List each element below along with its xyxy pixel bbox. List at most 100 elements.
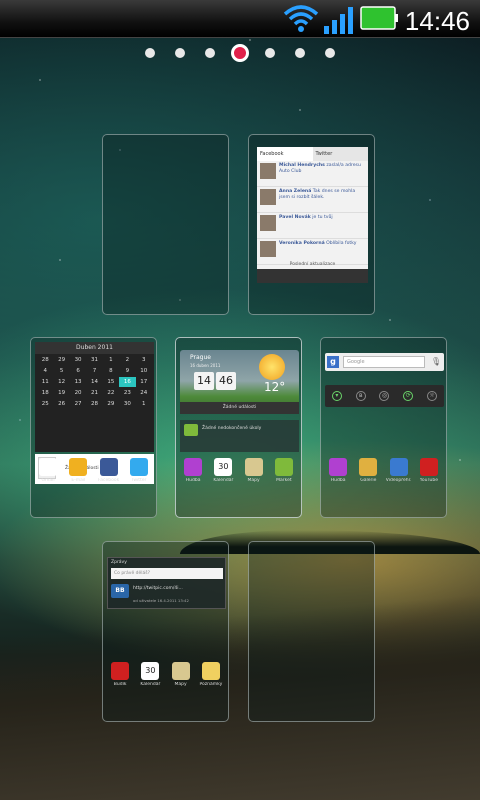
- brightness-toggle-icon[interactable]: ☼: [427, 391, 438, 401]
- calendar-day[interactable]: 23: [119, 388, 135, 398]
- calendar-day[interactable]: 6: [70, 366, 86, 376]
- calendar-day[interactable]: 24: [136, 388, 152, 398]
- app-shortcut[interactable]: YouTube: [415, 458, 443, 483]
- temperature: 12°: [264, 380, 286, 394]
- facebook-widget[interactable]: Facebook Twitter Michal Hendrychs zaslal…: [257, 147, 368, 283]
- youtube-icon: [419, 458, 438, 476]
- calendar-day[interactable]: 10: [136, 366, 152, 376]
- page-dot[interactable]: [145, 48, 155, 58]
- app-shortcut[interactable]: Facebook: [95, 458, 123, 483]
- calendar-day[interactable]: 28: [37, 355, 53, 365]
- calendar-day[interactable]: 2: [119, 355, 135, 365]
- status-bar: 14:46: [0, 0, 480, 38]
- app-shortcut[interactable]: Hudba: [179, 458, 207, 483]
- screen-thumb-7[interactable]: [248, 541, 375, 722]
- widget-title: Zprávy: [111, 560, 127, 565]
- calendar-day[interactable]: 30: [70, 355, 86, 365]
- tab-facebook[interactable]: Facebook: [257, 147, 313, 161]
- gps-toggle-icon[interactable]: ◎: [379, 391, 390, 401]
- screen-thumb-1[interactable]: [102, 134, 229, 315]
- app-shortcut[interactable]: Budík: [106, 662, 134, 687]
- screen-thumb-4[interactable]: Prague 16 duben 2011 14 46 12° Žádné udá…: [175, 337, 302, 518]
- calendar-day[interactable]: 16: [119, 377, 136, 387]
- sync-toggle-icon[interactable]: ⟳: [403, 391, 414, 401]
- google-search-widget[interactable]: g Google 🎙: [325, 353, 444, 371]
- list-item[interactable]: Michal Hendrychs zaslal/a adresu Auto Cl…: [257, 161, 368, 187]
- list-item[interactable]: Pavel Novák je tu tvůj: [257, 213, 368, 239]
- signal-icon: [324, 7, 353, 34]
- calendar-day[interactable]: 27: [70, 399, 86, 409]
- calendar-day[interactable]: 30: [119, 399, 135, 409]
- calendar-day[interactable]: 3: [136, 355, 152, 365]
- calendar-day[interactable]: 1: [136, 399, 152, 409]
- calendar-day[interactable]: 29: [53, 355, 69, 365]
- wifi-icon: [283, 5, 319, 32]
- calendar-day[interactable]: 17: [136, 377, 152, 387]
- calendar-day[interactable]: 20: [70, 388, 86, 398]
- app-shortcut[interactable]: Videopřehr.: [385, 458, 413, 483]
- tasks-widget[interactable]: Žádné nedokončené úkoly: [180, 420, 299, 452]
- app-label: Mapy: [247, 478, 260, 483]
- app-shortcut[interactable]: Twitter: [125, 458, 153, 483]
- app-shortcut[interactable]: 30 Kalendář: [136, 662, 164, 687]
- calendar-day[interactable]: 14: [86, 377, 102, 387]
- calendar-day[interactable]: 15: [103, 377, 119, 387]
- post-text: Oblíbila fotky: [326, 241, 357, 246]
- calendar-day[interactable]: 31: [86, 355, 102, 365]
- page-dot[interactable]: [295, 48, 305, 58]
- app-shortcut[interactable]: Mapy: [167, 662, 195, 687]
- market-icon: [274, 458, 293, 476]
- page-dot[interactable]: [265, 48, 275, 58]
- app-shortcut[interactable]: Market: [270, 458, 298, 483]
- app-shortcut[interactable]: Galerie: [354, 458, 382, 483]
- page-dot[interactable]: [175, 48, 185, 58]
- page-dot[interactable]: [205, 48, 215, 58]
- wifi-toggle-icon[interactable]: ▾: [331, 391, 342, 401]
- screen-thumb-6[interactable]: Zprávy Co právě děláš? BB http://twitpic…: [102, 541, 229, 722]
- app-shortcut[interactable]: 30 Kalendář: [209, 458, 237, 483]
- page-dot-active[interactable]: [231, 44, 249, 62]
- status-update-widget[interactable]: Zprávy Co právě děláš? BB http://twitpic…: [107, 557, 226, 609]
- calendar-day[interactable]: 25: [37, 399, 53, 409]
- screen-thumb-2[interactable]: Facebook Twitter Michal Hendrychs zaslal…: [248, 134, 375, 315]
- microphone-icon[interactable]: 🎙: [431, 356, 441, 368]
- calendar-day[interactable]: 9: [119, 366, 135, 376]
- calendar-day[interactable]: 28: [86, 399, 102, 409]
- calendar-grid: 28 29 30 31 1 2 3 4 5 6 7 8 9 10 11 12 13 14 15 16 17 18 19 20 2…: [35, 354, 154, 410]
- status-input[interactable]: Co právě děláš?: [111, 568, 223, 579]
- screen-thumb-3[interactable]: Duben 2011 28 29 30 31 1 2 3 4 5 6 7 8 9 10 11 12 13 14 15…: [30, 337, 157, 518]
- calendar-day[interactable]: 29: [103, 399, 119, 409]
- calendar-day[interactable]: 5: [53, 366, 69, 376]
- post-author: Veronika Pokorná: [279, 241, 325, 246]
- calendar-day[interactable]: 18: [37, 388, 53, 398]
- calendar-month: Duben 2011: [35, 342, 154, 354]
- app-shortcut[interactable]: E-mail: [64, 458, 92, 483]
- weather-city: Prague: [190, 354, 211, 361]
- calendar-day[interactable]: 19: [53, 388, 69, 398]
- search-input[interactable]: Google: [343, 356, 425, 368]
- calendar-day[interactable]: 1: [103, 355, 119, 365]
- calendar-day[interactable]: 26: [53, 399, 69, 409]
- calendar-day[interactable]: 22: [103, 388, 119, 398]
- calendar-day[interactable]: 21: [86, 388, 102, 398]
- calendar-day[interactable]: 11: [37, 377, 53, 387]
- power-control-widget[interactable]: ▾ ʙ ◎ ⟳ ☼: [325, 385, 444, 407]
- calendar-day[interactable]: 7: [86, 366, 102, 376]
- app-shortcut[interactable]: Mapy: [240, 458, 268, 483]
- screen-thumb-5[interactable]: g Google 🎙 ▾ ʙ ◎ ⟳ ☼ Hudba Galerie Videopř…: [320, 337, 447, 518]
- page-dot[interactable]: [325, 48, 335, 58]
- calendar-widget[interactable]: Duben 2011 28 29 30 31 1 2 3 4 5 6 7 8 9 10 11 12 13 14 15…: [35, 342, 154, 452]
- calendar-day[interactable]: 12: [53, 377, 69, 387]
- post-text: je tu tvůj: [312, 215, 333, 220]
- calendar-day[interactable]: 8: [103, 366, 119, 376]
- music-icon: [184, 458, 203, 476]
- calendar-day[interactable]: 13: [70, 377, 86, 387]
- app-shortcut[interactable]: Poznámky: [197, 662, 225, 687]
- bluetooth-toggle-icon[interactable]: ʙ: [355, 391, 366, 401]
- list-item[interactable]: Anna Zelená Tak dnes se mohla jsem si ro…: [257, 187, 368, 213]
- app-shortcut[interactable]: Hudba: [324, 458, 352, 483]
- post-link[interactable]: http://twitpic.com/4i...: [133, 586, 183, 591]
- app-shortcut[interactable]: Gmail: [34, 458, 62, 483]
- tab-twitter[interactable]: Twitter: [312, 147, 368, 161]
- calendar-day[interactable]: 4: [37, 366, 53, 376]
